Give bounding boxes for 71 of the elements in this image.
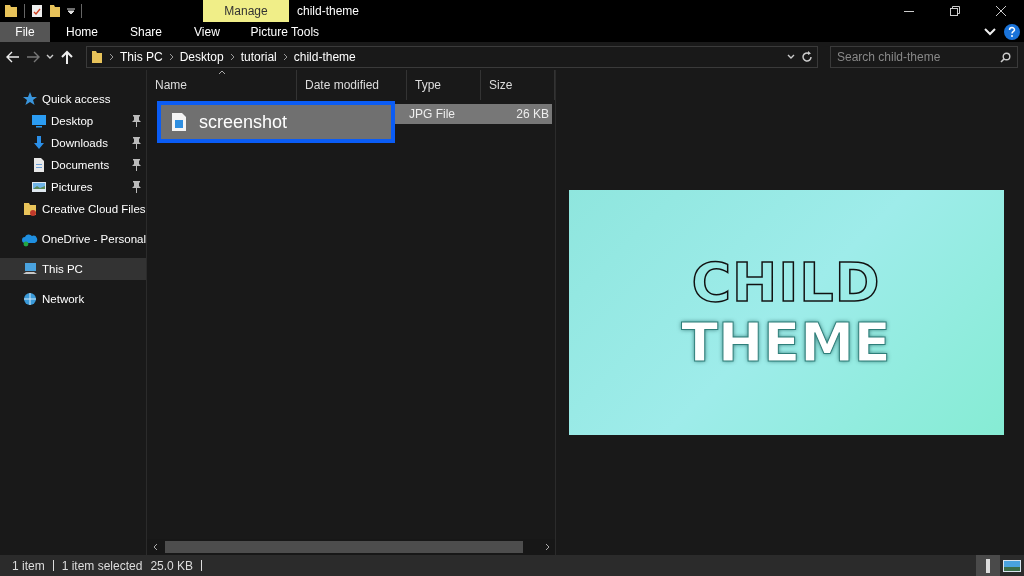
forward-arrow-icon[interactable] bbox=[26, 51, 40, 63]
folder-icon bbox=[91, 50, 103, 64]
file-type: JPG File bbox=[408, 106, 456, 123]
sidebar-item[interactable]: Pictures bbox=[0, 176, 146, 198]
up-arrow-icon[interactable] bbox=[61, 50, 73, 64]
breadcrumb[interactable]: child-theme bbox=[293, 50, 356, 64]
download-icon bbox=[31, 135, 47, 151]
chevron-down-icon[interactable] bbox=[984, 28, 996, 36]
window-title: child-theme bbox=[296, 3, 360, 20]
search-field[interactable]: Search child-theme bbox=[830, 46, 1018, 68]
file-row[interactable]: JPG File 26 KB bbox=[395, 104, 552, 124]
document-icon bbox=[31, 157, 47, 173]
sidebar-item[interactable]: Documents bbox=[0, 154, 146, 176]
breadcrumb[interactable]: tutorial bbox=[240, 50, 277, 64]
rename-field[interactable]: screenshot bbox=[157, 101, 395, 143]
column-header[interactable]: Type bbox=[407, 70, 481, 100]
address-bar[interactable]: This PC Desktop tutorial child-theme bbox=[86, 46, 818, 68]
star-icon bbox=[22, 91, 38, 107]
sidebar-item[interactable]: OneDrive - Personal bbox=[0, 228, 146, 250]
sidebar-item[interactable]: This PC bbox=[0, 258, 146, 280]
column-header[interactable]: Size bbox=[481, 70, 555, 100]
breadcrumb[interactable]: Desktop bbox=[179, 50, 224, 64]
column-header[interactable]: Name bbox=[147, 70, 297, 100]
close-icon[interactable] bbox=[996, 6, 1006, 16]
details-icon bbox=[985, 558, 991, 573]
preview-title: CHILD bbox=[691, 255, 881, 310]
ribbon-tab[interactable]: Home bbox=[50, 22, 114, 42]
ribbon-tab[interactable]: View bbox=[178, 22, 236, 42]
new-folder-icon[interactable] bbox=[49, 4, 61, 18]
search-icon bbox=[1000, 52, 1011, 63]
sidebar-item[interactable]: Desktop bbox=[0, 110, 146, 132]
scroll-right-icon[interactable] bbox=[544, 543, 550, 551]
file-size: 26 KB bbox=[515, 106, 550, 123]
scroll-left-icon[interactable] bbox=[152, 543, 158, 551]
chevron-right-icon[interactable] bbox=[282, 53, 288, 61]
desktop-icon bbox=[31, 113, 47, 129]
chevron-right-icon[interactable] bbox=[229, 53, 235, 61]
breadcrumb[interactable]: This PC bbox=[120, 50, 163, 64]
column-header[interactable]: Date modified bbox=[297, 70, 407, 100]
pc-icon bbox=[22, 261, 38, 277]
preview-subtitle: THEME bbox=[681, 315, 891, 370]
sidebar-item[interactable]: Network bbox=[0, 288, 146, 310]
recent-dropdown-icon[interactable] bbox=[46, 54, 54, 60]
restore-icon[interactable] bbox=[950, 6, 960, 16]
cloud-icon bbox=[22, 231, 38, 247]
dropdown-icon[interactable] bbox=[787, 54, 795, 60]
landscape-icon bbox=[1003, 559, 1021, 572]
chevron-right-icon[interactable] bbox=[168, 53, 174, 61]
scrollbar-thumb[interactable] bbox=[165, 541, 523, 553]
selection-size: 25.0 KB bbox=[150, 558, 194, 573]
chevron-right-icon[interactable] bbox=[109, 53, 114, 61]
ribbon-tab[interactable]: Picture Tools bbox=[241, 22, 328, 42]
dropdown-icon[interactable] bbox=[67, 7, 75, 15]
sidebar-item[interactable]: Downloads bbox=[0, 132, 146, 154]
ribbon-tab[interactable]: Share bbox=[114, 22, 179, 42]
refresh-icon[interactable] bbox=[801, 51, 813, 63]
context-tab-group: Manage bbox=[203, 0, 289, 22]
pictures-icon bbox=[31, 179, 47, 195]
help-icon[interactable] bbox=[1004, 24, 1020, 40]
back-arrow-icon[interactable] bbox=[6, 51, 20, 63]
sidebar-item[interactable]: Quick access bbox=[0, 88, 146, 110]
folder-icon[interactable] bbox=[4, 4, 18, 18]
network-icon bbox=[22, 291, 38, 307]
minimize-icon[interactable] bbox=[904, 10, 914, 12]
details-view-button[interactable] bbox=[976, 555, 1000, 576]
properties-icon[interactable] bbox=[31, 4, 43, 18]
folder-icon bbox=[22, 201, 38, 217]
item-count: 1 item bbox=[12, 558, 45, 573]
selection-info: 1 item selected bbox=[61, 558, 143, 573]
sidebar-item[interactable]: Creative Cloud Files bbox=[0, 198, 146, 220]
image-file-icon bbox=[171, 112, 187, 132]
